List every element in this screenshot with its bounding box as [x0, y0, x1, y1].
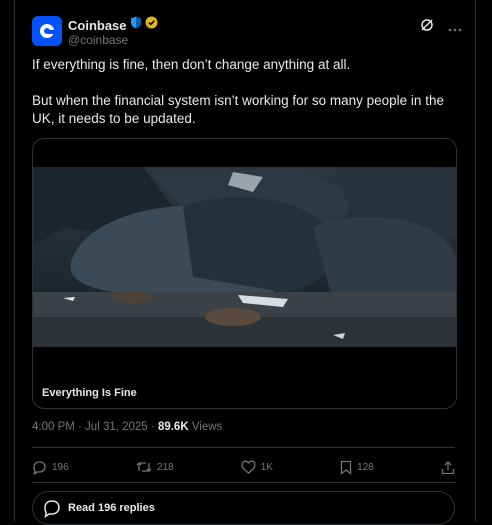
repost-button[interactable]: 218 [136, 460, 174, 474]
tweet-paragraph: If everything is fine, then don’t change… [32, 57, 351, 72]
bookmark-count: 128 [357, 461, 374, 473]
views-count: 89.6K [157, 421, 189, 433]
coinbase-logo-icon [40, 24, 56, 38]
repost-count: 218 [156, 461, 174, 473]
read-replies-label: Read 196 replies [68, 502, 155, 514]
reply-button[interactable]: 196 [32, 460, 69, 475]
timestamp[interactable]: 4:00 PM · Jul 31, 2025 · [32, 421, 155, 433]
avatar[interactable] [32, 16, 62, 46]
grok-icon[interactable] [420, 18, 434, 37]
bookmark-button[interactable]: 128 [340, 460, 374, 475]
header-actions [420, 18, 462, 37]
reply-count: 196 [52, 461, 69, 473]
heart-icon [241, 460, 256, 474]
video-title: Everything Is Fine [42, 387, 137, 399]
tweet-text: If everything is fine, then don’t change… [32, 56, 452, 128]
account-handle[interactable]: @coinbase [68, 33, 128, 47]
verified-gold-icon[interactable] [145, 16, 158, 34]
reply-icon [33, 460, 46, 475]
more-icon[interactable] [448, 19, 462, 37]
like-button[interactable]: 1K [241, 460, 273, 474]
like-count: 1K [260, 461, 273, 473]
tweet-paragraph: But when the financial system isn’t work… [32, 93, 444, 126]
divider [32, 482, 455, 483]
repost-icon [136, 462, 152, 472]
divider [32, 447, 455, 448]
bookmark-icon [340, 460, 352, 475]
account-name[interactable]: Coinbase [68, 18, 127, 33]
views-label: Views [191, 421, 223, 433]
share-button[interactable] [441, 460, 455, 475]
tweet-meta: 4:00 PM · Jul 31, 2025 · 89.6K Views [32, 421, 222, 433]
action-bar: 196 218 1K 128 [32, 456, 455, 478]
shield-badge-icon [130, 16, 142, 34]
video-thumbnail[interactable] [33, 167, 456, 347]
tweet-header: Coinbase @coinbase [32, 14, 462, 50]
video-card[interactable]: Everything Is Fine [32, 138, 457, 409]
share-icon [441, 460, 455, 474]
reply-icon [44, 500, 60, 518]
read-replies-button[interactable]: Read 196 replies [32, 491, 455, 525]
name-row: Coinbase [68, 16, 158, 34]
